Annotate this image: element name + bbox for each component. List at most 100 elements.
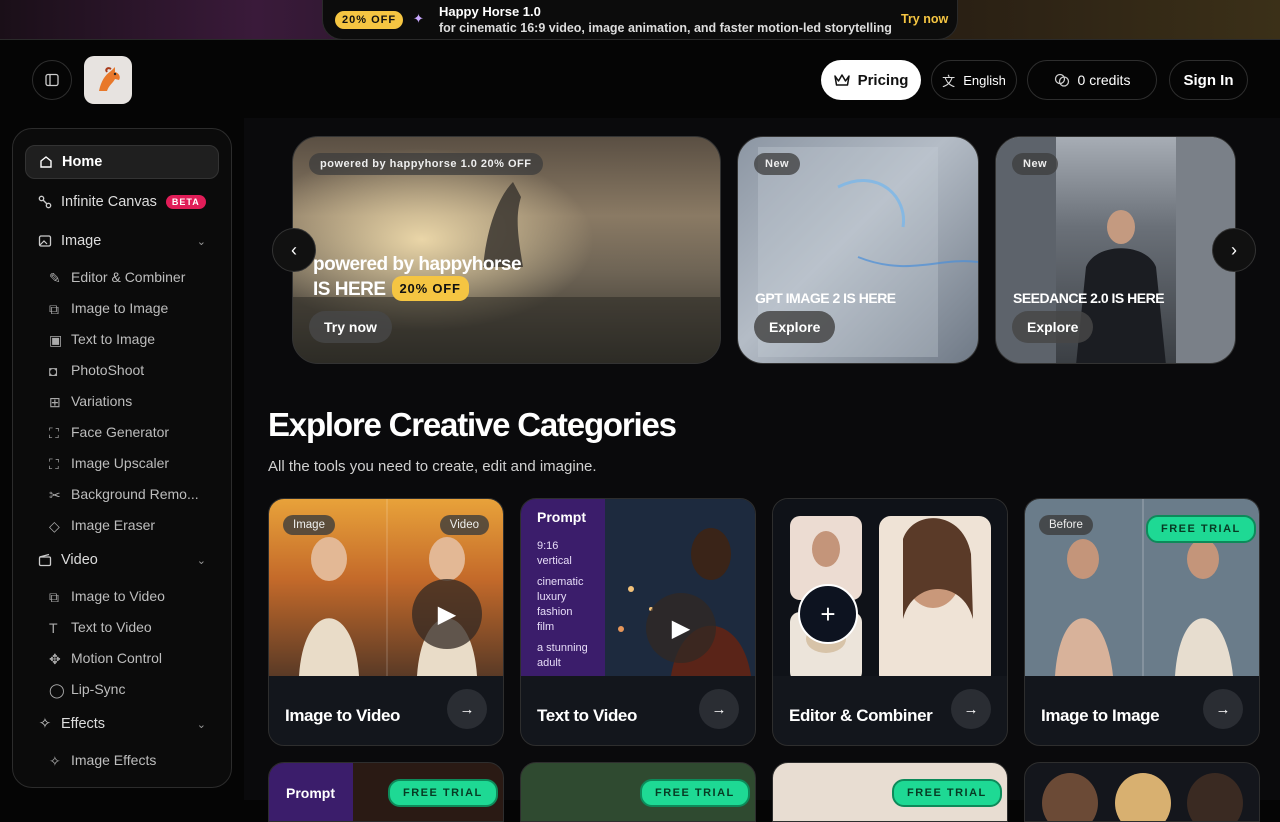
move-icon: ✥ [49, 651, 61, 667]
sidebar-item-motion-control[interactable]: ✥ Motion Control [49, 644, 219, 672]
brand-logo[interactable] [84, 56, 132, 104]
sidebar-item-image-effects[interactable]: ✧ Image Effects [49, 746, 219, 774]
credits-button[interactable]: 0 credits [1027, 60, 1157, 100]
play-icon: ▶ [671, 614, 691, 642]
chevron-right-icon: › [1231, 239, 1237, 260]
banner-title: Happy Horse 1.0 [439, 4, 541, 19]
category-card-row2[interactable]: FREE TRIAL [772, 762, 1008, 822]
sidebar-item-infinite-canvas[interactable]: Infinite Canvas BETA [25, 185, 219, 219]
play-icon: ▶ [437, 600, 457, 628]
sidebar-item-image-to-video[interactable]: ⧉ Image to Video [49, 582, 219, 610]
sidebar-item-label: Infinite Canvas [61, 194, 157, 210]
picture-icon: ▣ [49, 332, 63, 348]
arrow-right-button[interactable]: → [447, 689, 487, 729]
prompt-heading: Prompt [286, 785, 335, 801]
category-card-editor-combiner[interactable]: + Editor & Combiner → [772, 498, 1008, 746]
arrow-right-button[interactable]: → [699, 689, 739, 729]
arrow-right-button[interactable]: → [1203, 689, 1243, 729]
pricing-button[interactable]: Pricing [821, 60, 921, 100]
carousel-prev-button[interactable]: ‹ [272, 228, 316, 272]
category-card-image-to-video[interactable]: Image Video ▶ Image to Video → [268, 498, 504, 746]
prompt-line: 9:16 vertical [537, 540, 572, 567]
sidebar-group-effects[interactable]: ✧ Effects ⌄ [25, 707, 219, 741]
sidebar-item-image-upscaler[interactable]: ⛶ Image Upscaler [49, 449, 219, 477]
prompt-line: cinematic luxury fashion film [537, 576, 584, 633]
banner-try-now-link[interactable]: Try now [901, 12, 948, 26]
hero-title-line2: IS HERE [313, 279, 386, 300]
crown-icon [833, 74, 850, 86]
sidebar-item-label: Image Upscaler [71, 455, 170, 471]
free-trial-badge: FREE TRIAL [1146, 515, 1256, 543]
category-card-row2[interactable]: Prompt FREE TRIAL [268, 762, 504, 822]
section-subtitle: All the tools you need to create, edit a… [268, 458, 597, 475]
scissors-icon: ✂ [49, 487, 61, 503]
sidebar-item-label: Variations [71, 393, 133, 409]
sidebar-item-label: Image [61, 233, 102, 249]
pencil-icon: ✎ [49, 270, 61, 286]
top-navbar: Pricing 文 English 0 credits Sign In [0, 40, 1280, 118]
hero-card-gpt-image-2[interactable]: New GPT IMAGE 2 IS HERE Explore [737, 136, 979, 364]
hero-discount-badge: 20% OFF [391, 276, 469, 301]
arrow-right-button[interactable]: → [951, 689, 991, 729]
sidebar-item-text-to-video[interactable]: T Text to Video [49, 613, 219, 641]
sidebar-item-background-remover[interactable]: ✂ Background Remo... [49, 480, 219, 508]
hero-explore-button[interactable]: Explore [1012, 311, 1094, 343]
coins-icon [1054, 73, 1069, 87]
clapperboard-icon [38, 553, 52, 567]
speech-bubble-icon: ◯ [49, 682, 65, 698]
sparkles-icon: ✧ [38, 716, 52, 732]
hero-card-happyhorse[interactable]: powered by happyhorse 1.0 20% OFF powere… [292, 136, 721, 364]
sidebar-item-face-generator[interactable]: ⛶ Face Generator [49, 418, 219, 446]
sidebar-item-photoshoot[interactable]: ◘ PhotoShoot [49, 356, 219, 384]
promo-banner[interactable]: 20% OFF ✦ Happy Horse 1.0 for cinematic … [0, 0, 1280, 40]
language-selector[interactable]: 文 English [931, 60, 1017, 100]
plus-icon: + [820, 598, 836, 629]
prompt-panel: Prompt 9:16 vertical cinematic luxury fa… [521, 499, 605, 676]
sidebar-item-lip-sync[interactable]: ◯ Lip-Sync [49, 675, 219, 703]
sidebar-item-label: Text to Video [71, 619, 152, 635]
category-card-row2[interactable]: FREE TRIAL [520, 762, 756, 822]
promo-pill[interactable]: 20% OFF ✦ Happy Horse 1.0 for cinematic … [322, 0, 958, 40]
sidebar-item-image-eraser[interactable]: ◇ Image Eraser [49, 511, 219, 539]
section-title: Explore Creative Categories [268, 406, 677, 443]
category-card-image-to-image[interactable]: Before FREE TRIAL Image to Image → [1024, 498, 1260, 746]
sidebar-item-image-to-image[interactable]: ⧉ Image to Image [49, 294, 219, 322]
play-button[interactable]: ▶ [646, 593, 716, 663]
sidebar-group-image[interactable]: Image ⌄ [25, 224, 219, 258]
add-image-button[interactable]: + [798, 584, 858, 644]
hero-explore-button[interactable]: Explore [754, 311, 836, 343]
hero-tag: powered by happyhorse 1.0 20% OFF [309, 153, 543, 175]
upscale-icon: ⛶ [49, 456, 59, 472]
sign-in-button[interactable]: Sign In [1169, 60, 1248, 100]
sidebar-item-variations[interactable]: ⊞ Variations [49, 387, 219, 415]
hero-tag: New [1012, 153, 1059, 175]
sidebar-item-label: Image to Image [71, 300, 169, 316]
sidebar-item-text-to-image[interactable]: ▣ Text to Image [49, 325, 219, 353]
beta-badge: BETA [165, 195, 206, 209]
prompt-heading: Prompt [537, 509, 586, 525]
home-icon [39, 155, 53, 169]
sidebar-item-label: Video [61, 552, 98, 568]
after-chip: Video [439, 515, 489, 535]
sidebar-toggle-button[interactable] [32, 60, 72, 100]
category-card-text-to-video[interactable]: Prompt 9:16 vertical cinematic luxury fa… [520, 498, 756, 746]
hero-title-line1: powered by happyhorse [313, 254, 522, 275]
sidebar-item-label: Image Effects [71, 752, 157, 768]
banner-subtitle: for cinematic 16:9 video, image animatio… [439, 21, 892, 35]
sidebar-item-home[interactable]: Home [25, 145, 219, 179]
hero-try-now-button[interactable]: Try now [309, 311, 392, 343]
category-card-row2[interactable] [1024, 762, 1260, 822]
text-icon: T [49, 620, 58, 636]
arrow-right-icon: → [1215, 700, 1231, 718]
nodes-icon [38, 195, 52, 209]
hero-card-seedance[interactable]: New SEEDANCE 2.0 IS HERE Explore [995, 136, 1236, 364]
sidebar-item-editor-combiner[interactable]: ✎ Editor & Combiner [49, 263, 219, 291]
carousel-next-button[interactable]: › [1212, 228, 1256, 272]
camera-icon: ◘ [49, 363, 58, 379]
sidebar-group-video[interactable]: Video ⌄ [25, 543, 219, 577]
hero-title: powered by happyhorse IS HERE 20% OFF [313, 253, 522, 301]
play-button[interactable]: ▶ [412, 579, 482, 649]
sidebar-item-label: Lip-Sync [71, 681, 126, 697]
free-trial-badge: FREE TRIAL [892, 779, 1002, 807]
sparkles-icon: ✧ [49, 753, 61, 769]
